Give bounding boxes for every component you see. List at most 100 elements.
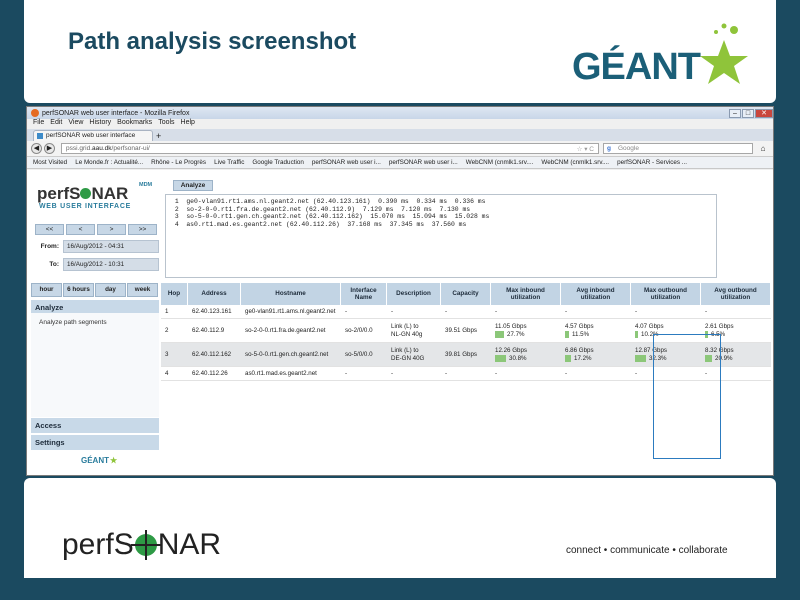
menu-item-bookmarks[interactable]: Bookmarks [117, 119, 152, 129]
close-button[interactable]: ✕ [755, 108, 773, 118]
bookmark-item[interactable]: Rhône - Le Progrès [151, 159, 206, 166]
bookmark-item[interactable]: Live Traffic [214, 159, 244, 166]
tab-bar: perfSONAR web user interface + [27, 129, 773, 141]
sonar-circle-icon [80, 188, 92, 199]
interface-cell: so-2/0/0.0 [345, 326, 373, 334]
slide-title: Path analysis screenshot [68, 28, 357, 55]
utilization-percent-row: 11.5% [565, 331, 631, 339]
bookmark-item[interactable]: Most Visited [33, 159, 67, 166]
menu-item-tools[interactable]: Tools [158, 119, 174, 129]
range-button-hour[interactable]: hour [31, 283, 62, 297]
forward-arrow-icon[interactable]: ▶ [44, 143, 55, 154]
to-row: To: 16/Aug/2012 - 10:31 [35, 257, 159, 271]
range-button-6-hours[interactable]: 6 hours [63, 283, 94, 297]
column-header: Hostname [241, 283, 341, 305]
utilization-value: 4.07 Gbps [635, 323, 664, 330]
tab-analyze[interactable]: Analyze [173, 180, 213, 191]
window-titlebar: perfSONAR web user interface - Mozilla F… [27, 107, 773, 119]
address-cell: 62.40.123.161 [192, 307, 232, 315]
utilization-value: 2.61 Gbps [705, 323, 734, 330]
column-header: Capacity [441, 283, 491, 305]
time-nav-button[interactable]: > [97, 224, 126, 235]
analyze-path-segments-link[interactable]: Analyze path segments [39, 319, 107, 326]
utilization-percent-row: 30.8% [495, 355, 561, 363]
slide: Path analysis screenshot GÉANT perfSONAR… [0, 0, 800, 600]
section-access[interactable]: Access [31, 418, 159, 433]
utilization-bar [565, 354, 571, 362]
column-header: Avg inbound utilization [561, 283, 631, 305]
hop-cell: 3 [165, 350, 169, 358]
range-button-week[interactable]: week [127, 283, 158, 297]
interface-cell: - [345, 369, 348, 377]
maximize-button[interactable]: □ [742, 108, 754, 118]
bookmark-item[interactable]: perfSONAR web user i... [389, 159, 458, 166]
utilization-percent-row: 27.7% [495, 331, 561, 339]
utilization-cell: - [705, 307, 708, 315]
to-date-field[interactable]: 16/Aug/2012 - 10:31 [63, 257, 159, 271]
time-nav-button[interactable]: << [35, 224, 64, 235]
hostname-cell: ge0-vlan91.rt1.ams.nl.geant2.net [245, 307, 336, 315]
column-header: Max outbound utilization [631, 283, 701, 305]
description-cell: - [391, 307, 394, 315]
utilization-cell: - [495, 369, 498, 377]
home-icon[interactable]: ⌂ [757, 144, 769, 153]
menu-item-file[interactable]: File [33, 119, 44, 129]
time-nav-button[interactable]: < [66, 224, 95, 235]
column-header: Interface Name [341, 283, 387, 305]
utilization-bar [495, 354, 506, 362]
table-row: 1 62.40.123.161 ge0-vlan91.rt1.ams.nl.gean… [161, 305, 771, 319]
geant-logo-text: GÉANT [572, 46, 701, 88]
time-nav-buttons: << < > >> [35, 224, 159, 235]
search-input[interactable]: Google [603, 143, 753, 154]
back-arrow-icon[interactable]: ◀ [31, 143, 42, 154]
capacity-cell: - [445, 369, 448, 377]
time-nav-button[interactable]: >> [128, 224, 157, 235]
bookmark-item[interactable]: perfSONAR web user i... [312, 159, 381, 166]
utilization-cell: - [565, 307, 568, 315]
bookmark-item[interactable]: Google Traduction [252, 159, 303, 166]
minimize-button[interactable]: – [729, 108, 741, 118]
description-cell: Link (L) to NL-GN 40g [391, 323, 423, 338]
bookmark-item[interactable]: WebCNM (cnmlk1.srv.... [466, 159, 534, 166]
new-tab-button[interactable]: + [156, 131, 161, 141]
interface-cell: so-5/0/0.0 [345, 350, 373, 358]
interface-cell: - [345, 307, 348, 315]
logo-badge: MDM [139, 182, 153, 188]
utilization-value: 4.57 Gbps [565, 323, 594, 330]
column-header: Address [188, 283, 241, 305]
firefox-icon [31, 109, 39, 117]
menu-item-edit[interactable]: Edit [50, 119, 62, 129]
bookmark-item[interactable]: WebCNM (cnmlk1.srv.... [541, 159, 609, 166]
utilization-cell: - [565, 369, 568, 377]
utilization-bar [635, 330, 638, 338]
from-row: From: 16/Aug/2012 - 04:31 [35, 239, 159, 253]
utilization-percent: 27.7% [507, 330, 525, 338]
from-date-field[interactable]: 16/Aug/2012 - 04:31 [63, 239, 159, 253]
max-outbound-highlight [653, 334, 721, 459]
url-prefix: pssi.grid. [66, 145, 93, 152]
url-bar[interactable]: pssi.grid. aau.dk/perfsonar-ui/ ☆ ▾ C [61, 143, 599, 154]
table-header: Hop Address Hostname Interface Name Descript… [161, 283, 771, 305]
bookmark-item[interactable]: perfSONAR - Services ... [617, 159, 687, 166]
column-header: Description [387, 283, 441, 305]
navigation-bar: ◀ ▶ pssi.grid. aau.dk/perfsonar-ui/ ☆ ▾ C… [27, 141, 773, 157]
bookmark-item[interactable]: Le Monde.fr : Actualité... [75, 159, 143, 166]
browser-screenshot: perfSONAR web user interface - Mozilla F… [26, 106, 774, 476]
browser-tab[interactable]: perfSONAR web user interface [33, 130, 153, 141]
hop-cell: 2 [165, 326, 169, 334]
utilization-percent-row: 17.2% [565, 355, 631, 363]
from-label: From: [40, 242, 59, 250]
column-header: Max inbound utilization [491, 283, 561, 305]
utilization-percent: 17.2% [574, 354, 592, 362]
utilization-cell: 4.57 Gbps 11.5% [561, 323, 631, 338]
section-settings[interactable]: Settings [31, 435, 159, 450]
menu-item-help[interactable]: Help [181, 119, 195, 129]
sidebar-body [31, 313, 159, 417]
range-button-day[interactable]: day [95, 283, 126, 297]
address-cell: 62.40.112.26 [192, 369, 228, 377]
web-page: perfS NAR MDM WEB USER INTERFACE << < > >> F… [27, 170, 773, 475]
menu-item-view[interactable]: View [68, 119, 83, 129]
bookmark-star-icon[interactable]: ☆ ▾ C [577, 145, 594, 153]
window-title: perfSONAR web user interface - Mozilla F… [42, 109, 190, 117]
menu-item-history[interactable]: History [89, 119, 111, 129]
